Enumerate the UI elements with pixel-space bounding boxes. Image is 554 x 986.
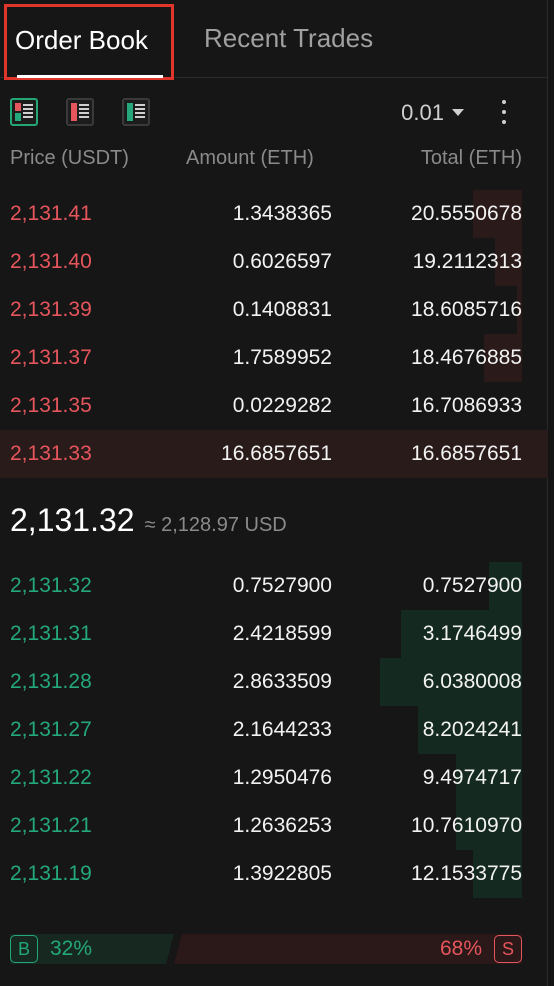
bid-row[interactable]: 2,131.19 1.3922805 12.1533775 [0,850,548,898]
more-vertical-icon[interactable] [498,98,510,126]
bid-total: 3.1746499 [422,622,522,645]
sell-badge: S [494,935,522,963]
sell-percent: 68% [439,937,482,960]
ask-price: 2,131.41 [10,202,92,225]
ask-row[interactable]: 2,131.33 16.6857651 16.6857651 [0,430,548,478]
column-header-amount: Amount (ETH) [186,147,314,169]
order-book-both-icon[interactable] [10,98,38,126]
bid-row[interactable]: 2,131.28 2.8633509 6.0380008 [0,658,548,706]
bid-price: 2,131.19 [10,862,92,885]
mid-price: 2,131.32 ≈ 2,128.97 USD [10,496,287,544]
bid-row[interactable]: 2,131.31 2.4218599 3.1746499 [0,610,548,658]
order-book-panel: Order Book Recent Trades 0.01 Price (USD… [0,0,548,986]
bid-amount: 2.4218599 [232,622,332,645]
tab-order-book-label: Order Book [15,25,148,55]
bid-row[interactable]: 2,131.32 0.7527900 0.7527900 [0,562,548,610]
bid-price: 2,131.27 [10,718,92,741]
bid-price: 2,131.22 [10,766,92,789]
ask-row[interactable]: 2,131.35 0.0229282 16.7086933 [0,382,548,430]
ask-price: 2,131.39 [10,298,92,321]
precision-select[interactable]: 0.01 [401,98,464,128]
order-book-bids-icon[interactable] [122,98,150,126]
ask-total: 16.6857651 [411,442,522,465]
ask-amount: 1.7589952 [232,346,332,369]
bid-price: 2,131.32 [10,574,92,597]
ask-total: 16.7086933 [411,394,522,417]
last-price: 2,131.32 [10,502,135,538]
usd-equivalent: ≈ 2,128.97 USD [144,514,287,536]
precision-value: 0.01 [401,100,444,125]
ask-amount: 0.1408831 [232,298,332,321]
bid-amount: 2.1644233 [232,718,332,741]
order-book-asks-icon[interactable] [66,98,94,126]
bid-total: 9.4974717 [422,766,522,789]
ask-amount: 16.6857651 [221,442,332,465]
column-header-total: Total (ETH) [420,147,522,169]
bid-amount: 1.2950476 [232,766,332,789]
bid-price: 2,131.28 [10,670,92,693]
bid-row[interactable]: 2,131.22 1.2950476 9.4974717 [0,754,548,802]
tab-order-book[interactable]: Order Book [4,4,174,80]
bid-price: 2,131.21 [10,814,92,837]
buy-sell-ratio: B 32% 68% S [10,932,522,966]
column-headers: Price (USDT) Amount (ETH) Total (ETH) [0,140,548,176]
ask-total: 18.6085716 [411,298,522,321]
ask-price: 2,131.33 [10,442,92,465]
ask-row[interactable]: 2,131.41 1.3438365 20.5550678 [0,190,548,238]
bid-total: 6.0380008 [422,670,522,693]
buy-badge: B [10,935,38,963]
ask-price: 2,131.37 [10,346,92,369]
chevron-down-icon [452,108,464,116]
ask-price: 2,131.40 [10,250,92,273]
buy-percent: 32% [50,937,93,960]
bid-amount: 1.2636253 [232,814,332,837]
bid-price: 2,131.31 [10,622,92,645]
ask-price: 2,131.35 [10,394,92,417]
ask-amount: 0.0229282 [232,394,332,417]
ask-total: 19.2112313 [412,250,522,273]
ask-row[interactable]: 2,131.37 1.7589952 18.4676885 [0,334,548,382]
bid-total: 10.7610970 [411,814,522,837]
bid-amount: 1.3922805 [232,862,332,885]
ask-row[interactable]: 2,131.40 0.6026597 19.2112313 [0,238,548,286]
bid-total: 0.7527900 [422,574,522,597]
bid-total: 12.1533775 [411,862,522,885]
ask-amount: 1.3438365 [232,202,332,225]
bid-amount: 0.7527900 [232,574,332,597]
bid-row[interactable]: 2,131.21 1.2636253 10.7610970 [0,802,548,850]
order-book-toolbar: 0.01 [0,94,548,134]
column-header-price: Price (USDT) [10,147,129,169]
asks-list: 2,131.41 1.3438365 20.5550678 2,131.40 0.602… [0,190,548,478]
bids-list: 2,131.32 0.7527900 0.7527900 2,131.31 2.4218… [0,562,548,898]
bid-amount: 2.8633509 [232,670,332,693]
ask-total: 18.4676885 [411,346,522,369]
ask-row[interactable]: 2,131.39 0.1408831 18.6085716 [0,286,548,334]
bid-total: 8.2024241 [422,718,522,741]
bid-row[interactable]: 2,131.27 2.1644233 8.2024241 [0,706,548,754]
ask-total: 20.5550678 [411,202,522,225]
tab-bar: Order Book Recent Trades [0,0,548,80]
active-tab-underline [17,75,163,78]
ask-amount: 0.6026597 [232,250,332,273]
tab-recent-trades[interactable]: Recent Trades [204,18,373,58]
